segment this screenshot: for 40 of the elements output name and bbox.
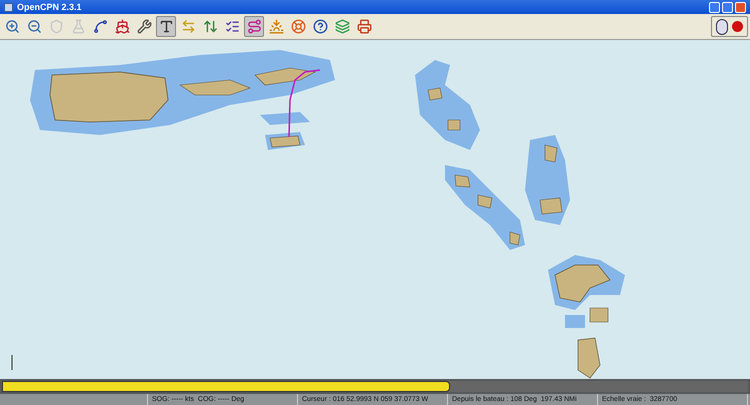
island [428,88,442,100]
chart-bar-fill[interactable] [2,381,450,392]
island [478,194,492,208]
shallow-water-area [565,315,585,328]
flask-icon [70,19,86,34]
zoom-out-icon [26,19,42,34]
toolbar-button[interactable] [156,16,176,37]
shallow-water-area [260,112,310,125]
sunset-icon [268,19,284,34]
island [448,120,460,130]
island [544,144,558,162]
zoom-in-icon [4,19,20,34]
island [590,308,608,322]
minimize-button[interactable] [709,2,720,12]
island [454,174,470,188]
island [578,338,600,378]
text-icon [158,19,174,34]
app-icon [4,2,13,12]
shield-icon [48,19,64,34]
island [540,198,562,214]
vertical-arrows-icon [202,19,218,34]
toolbar-button[interactable] [244,16,264,37]
island [554,264,611,302]
lifebuoy-icon [290,19,306,34]
layers-icon [334,19,350,34]
restore-button[interactable] [722,2,733,12]
island [254,68,316,86]
route-line [288,69,320,138]
wrench-icon [136,19,152,34]
close-button[interactable] [735,2,746,12]
window-title: OpenCPN 2.3.1 [17,2,82,12]
track-icon [246,19,262,34]
boat-icon [114,19,130,34]
help-icon [312,19,328,34]
island [179,80,251,96]
horizontal-arrows-icon [180,19,196,34]
printer-icon [356,19,372,34]
list-icon [224,19,240,34]
island [510,232,520,246]
route-line-icon [92,19,108,34]
